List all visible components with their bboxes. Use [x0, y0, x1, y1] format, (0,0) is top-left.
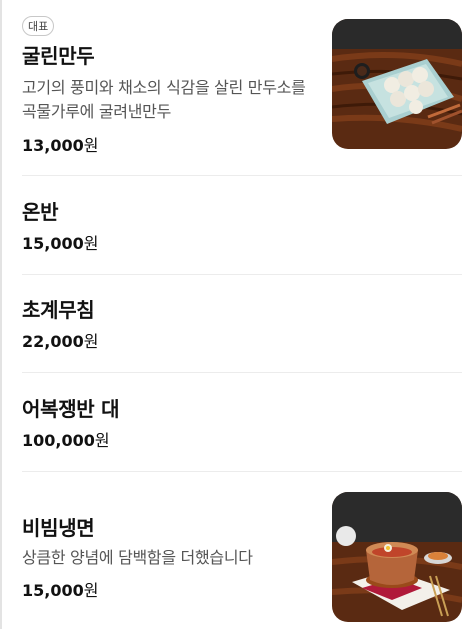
signature-badge: 대표 [22, 16, 55, 36]
menu-item-name: 어복쟁반 대 [22, 397, 120, 421]
price-value: 15,000 [22, 234, 84, 253]
price-value: 15,000 [22, 581, 84, 600]
price-currency: 원 [83, 332, 99, 351]
menu-item-price: 100,000원 [22, 427, 110, 451]
price-currency: 원 [94, 431, 110, 450]
menu-divider [22, 471, 462, 472]
menu-item-onban[interactable]: 온반 15,000원 [22, 196, 462, 256]
menu-item-price: 13,000원 [22, 132, 98, 156]
dumplings-photo[interactable] [332, 19, 462, 149]
bibim-naengmyeon-photo[interactable] [332, 492, 462, 622]
menu-list: 대표 굴린만두 고기의 풍미와 채소의 식감을 살린 만두소를 곡물가루에 굴려… [0, 0, 470, 629]
menu-item-name: 온반 [22, 200, 59, 224]
price-currency: 원 [83, 581, 99, 600]
menu-item-price: 15,000원 [22, 577, 98, 601]
menu-item-eobok-jaengban[interactable]: 어복쟁반 대 100,000원 [22, 393, 462, 453]
menu-divider [22, 274, 462, 275]
menu-item-name: 비빔냉면 [22, 516, 95, 540]
price-value: 100,000 [22, 431, 95, 450]
menu-item-description: 고기의 풍미와 채소의 식감을 살린 만두소를 곡물가루에 굴려낸만두 [22, 78, 306, 121]
menu-item-name: 굴린만두 [22, 44, 95, 68]
price-value: 13,000 [22, 136, 84, 155]
price-currency: 원 [83, 234, 99, 253]
menu-divider [22, 175, 462, 176]
menu-item-chogye-muchim[interactable]: 초계무침 22,000원 [22, 294, 462, 354]
menu-item-name: 초계무침 [22, 298, 95, 322]
price-currency: 원 [83, 136, 99, 155]
menu-divider [22, 372, 462, 373]
price-value: 22,000 [22, 332, 84, 351]
menu-item-price: 22,000원 [22, 328, 98, 352]
menu-item-description: 상큼한 양념에 담백함을 더했습니다 [22, 548, 253, 567]
menu-item-price: 15,000원 [22, 230, 98, 254]
